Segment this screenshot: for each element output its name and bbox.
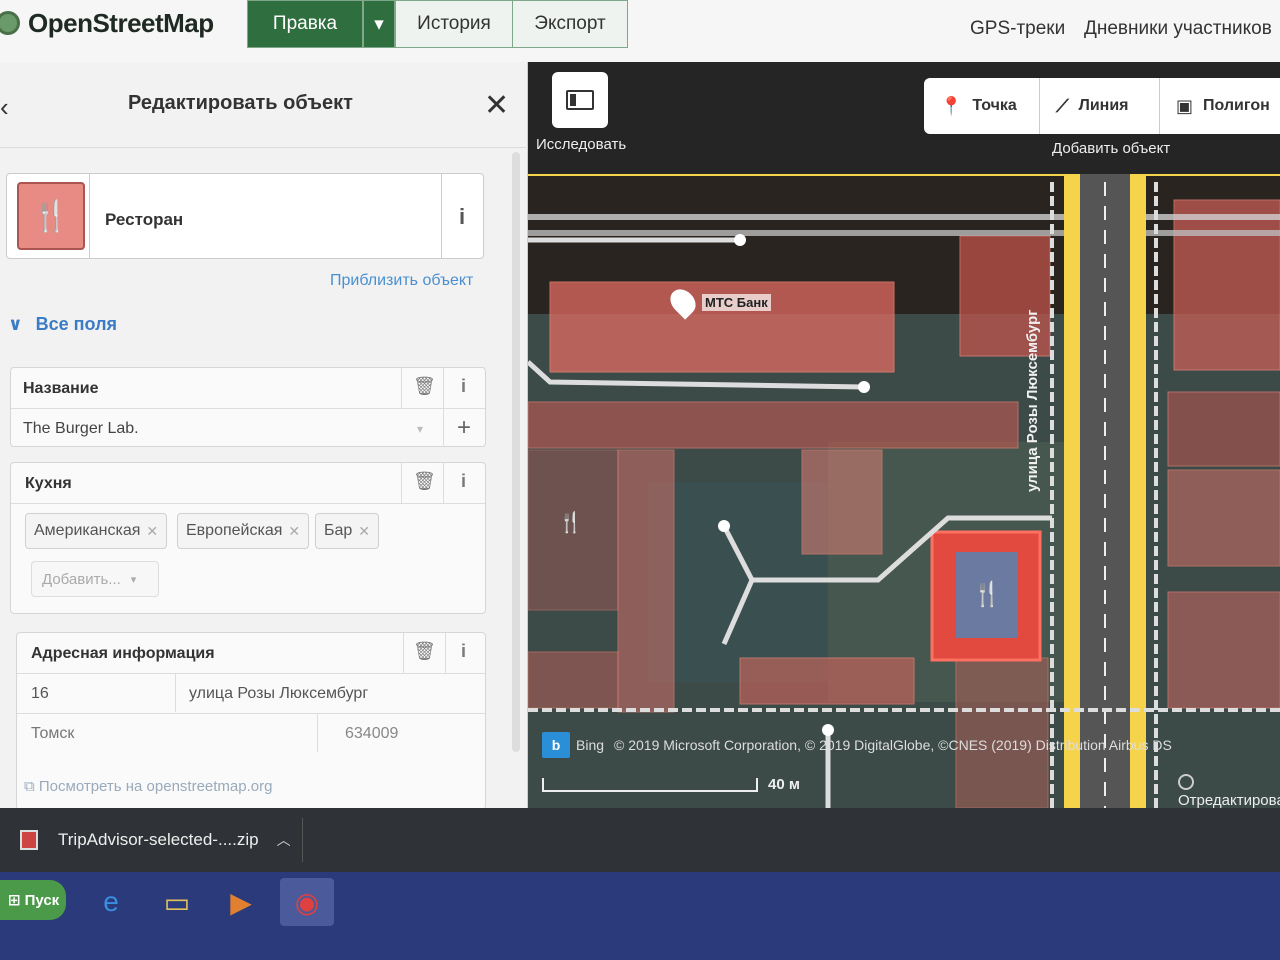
field-label: Адресная информация [31,645,215,662]
all-fields-toggle[interactable]: ∨ Все поля [8,314,117,335]
start-button[interactable]: ⊞ Пуск [0,880,66,920]
sidebar-scrollbar[interactable] [512,152,520,752]
osm-logo-icon [0,11,20,35]
pin-icon: 📍 [940,95,963,116]
add-line-button[interactable]: ⟋ Линия [1040,78,1160,134]
osm-logo[interactable]: OpenStreetMap [0,6,214,40]
field-label: Название [23,380,99,397]
city-input[interactable]: Томск [31,725,74,743]
external-link-icon: ⧉ [24,778,39,795]
sidebar-toggle-icon [566,90,594,110]
add-localized-name-button[interactable]: + [457,414,471,442]
housenumber-input[interactable]: 16 [31,685,49,703]
trash-icon[interactable]: 🗑 [413,376,436,397]
add-point-button[interactable]: 📍 Точка [924,78,1040,134]
close-icon[interactable]: ✕ [484,88,509,123]
sidebar-header: ‹ Редактировать объект ✕ [0,62,528,148]
chevron-down-icon: ∨ [8,314,23,334]
cuisine-tag[interactable]: Американская ✕ [25,513,168,549]
preset-name: Ресторан [105,210,184,229]
history-tab[interactable]: История [395,0,513,48]
chevron-down-icon[interactable]: ▾ [417,422,423,436]
postcode-input[interactable]: 634009 [345,725,398,743]
remove-tag-icon[interactable]: ✕ [358,523,370,540]
folder-icon[interactable]: ▭ [150,878,204,926]
restaurant-icon[interactable]: 🍴 [972,580,1002,609]
line-icon: ⟋ [1056,95,1069,116]
zoom-to-feature-link[interactable]: Приблизить объект [330,272,473,290]
media-player-icon[interactable]: ▶ [214,878,268,926]
edit-dropdown-button[interactable]: ▾ [363,0,395,48]
chrome-icon[interactable]: ◉ [280,878,334,926]
top-navigation: OpenStreetMap Правка ▾ История Экспорт G… [0,0,1280,62]
export-tab[interactable]: Экспорт [512,0,628,48]
info-icon[interactable]: i [461,471,466,492]
edit-feature-sidebar: ‹ Редактировать объект ✕ 🍴 Ресторан i Пр… [0,62,528,810]
map-canvas[interactable]: МТС Банк 🍴 🍴 улица Розы Люксембург Иссле… [528,62,1280,808]
explore-button[interactable] [552,72,608,128]
name-field: Название 🗑 i The Burger Lab. ▾ + [10,367,486,447]
add-feature-toolbar: 📍 Точка ⟋ Линия ▣ Полигон [924,78,1280,134]
internet-explorer-icon[interactable]: e [84,878,138,926]
history-icon [1178,774,1194,790]
name-input[interactable]: The Burger Lab. [23,420,139,438]
preset-selector[interactable]: 🍴 Ресторан i [6,173,484,259]
cuisine-field: Кухня 🗑 i Американская ✕ Европейская ✕ Бар… [10,462,486,614]
polygon-icon: ▣ [1176,95,1194,116]
restaurant-icon: 🍴 [558,512,583,534]
back-icon[interactable]: ‹ [0,92,9,123]
gps-traces-link[interactable]: GPS-треки [970,18,1065,40]
remove-tag-icon[interactable]: ✕ [288,523,300,540]
remove-tag-icon[interactable]: ✕ [146,523,158,540]
edit-hint[interactable]: Отредактировать [1178,774,1280,808]
imagery-attribution[interactable]: b Bing © 2019 Microsoft Corporation, © 201… [542,732,1172,758]
scale-bar[interactable] [542,778,758,792]
field-label: Кухня [25,475,72,492]
add-area-button[interactable]: ▣ Полигон [1160,78,1280,134]
sidebar-title: Редактировать объект [128,92,353,114]
bing-logo-icon: b [542,732,570,758]
add-cuisine-combobox[interactable]: Добавить... ▾ [31,561,159,597]
restaurant-icon: 🍴 [17,182,85,250]
trash-icon[interactable]: 🗑 [413,471,436,492]
user-diaries-link[interactable]: Дневники участников [1084,18,1272,40]
caret-down-icon: ▾ [374,13,384,35]
view-on-osm-link[interactable]: ⧉ Посмотреть на openstreetmap.org [24,778,272,795]
street-input[interactable]: улица Розы Люксембург [189,685,368,703]
street-label: улица Розы Люксембург [1024,309,1041,493]
bank-poi[interactable]: МТС Банк [665,284,771,320]
info-icon[interactable]: i [461,376,466,397]
windows-taskbar: ⊞ Пуск e ▭ ▶ ◉ [0,872,1280,960]
site-title: OpenStreetMap [28,7,214,38]
chevron-up-icon[interactable]: ︿ [277,830,291,850]
cuisine-tag[interactable]: Европейская ✕ [177,513,310,549]
trash-icon[interactable]: 🗑 [413,641,436,662]
info-icon[interactable]: i [459,204,465,230]
windows-logo-icon: ⊞ [8,892,21,909]
download-item[interactable]: TripAdvisor-selected-....zip ︿ [20,830,291,850]
edit-tab[interactable]: Правка [247,0,363,48]
info-icon[interactable]: i [461,641,466,662]
caret-down-icon: ▾ [130,573,137,586]
cuisine-tag[interactable]: Бар ✕ [315,513,380,549]
download-bar: TripAdvisor-selected-....zip ︿ [0,808,1280,872]
add-feature-label: Добавить объект [1052,140,1171,157]
scale-label: 40 м [768,776,800,793]
zip-file-icon [20,830,38,850]
all-fields-label: Все поля [35,314,118,334]
explore-label: Исследовать [536,136,627,153]
